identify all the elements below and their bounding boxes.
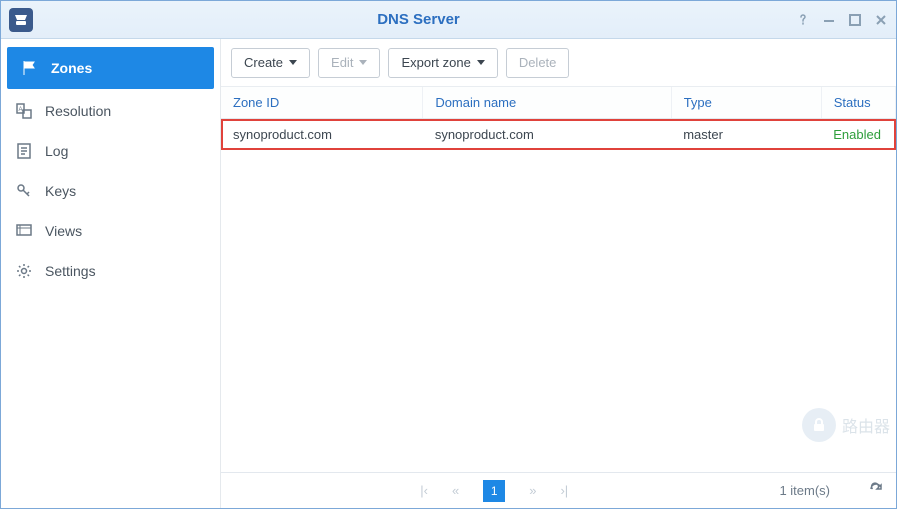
sidebar: Zones A Resolution Log Keys Views Settin…: [1, 39, 221, 508]
sidebar-item-label: Views: [45, 223, 82, 239]
cell-domain-name: synoproduct.com: [423, 119, 671, 151]
sidebar-item-log[interactable]: Log: [1, 131, 220, 171]
pager-nav: |‹ « 1 » ›|: [233, 480, 755, 502]
sidebar-item-label: Log: [45, 143, 68, 159]
cell-zone-id: synoproduct.com: [221, 119, 423, 151]
zones-table: Zone ID Domain name Type Status synoprod…: [221, 87, 896, 150]
item-count: 1 item(s): [779, 483, 830, 498]
col-header-type[interactable]: Type: [671, 87, 821, 119]
export-zone-button[interactable]: Export zone: [388, 48, 497, 78]
create-button[interactable]: Create: [231, 48, 310, 78]
views-icon: [15, 222, 33, 240]
flag-icon: [21, 59, 39, 77]
sidebar-item-keys[interactable]: Keys: [1, 171, 220, 211]
sidebar-item-zones[interactable]: Zones: [7, 47, 214, 89]
table-row[interactable]: synoproduct.com synoproduct.com master E…: [221, 119, 896, 151]
help-icon[interactable]: [796, 13, 810, 27]
titlebar: DNS Server: [1, 1, 896, 39]
table-header-row: Zone ID Domain name Type Status: [221, 87, 896, 119]
next-page-icon[interactable]: »: [529, 483, 536, 498]
svg-text:A: A: [19, 107, 23, 113]
caret-down-icon: [359, 60, 367, 65]
resolution-icon: A: [15, 102, 33, 120]
log-icon: [15, 142, 33, 160]
sidebar-item-label: Keys: [45, 183, 76, 199]
caret-down-icon: [477, 60, 485, 65]
sidebar-item-resolution[interactable]: A Resolution: [1, 91, 220, 131]
delete-button[interactable]: Delete: [506, 48, 570, 78]
window-title: DNS Server: [41, 11, 796, 28]
col-header-status[interactable]: Status: [821, 87, 895, 119]
button-label: Create: [244, 55, 283, 70]
minimize-icon[interactable]: [822, 13, 836, 27]
caret-down-icon: [289, 60, 297, 65]
toolbar: Create Edit Export zone Delete: [221, 39, 896, 87]
pager: |‹ « 1 » ›| 1 item(s): [221, 472, 896, 508]
first-page-icon[interactable]: |‹: [420, 483, 428, 498]
button-label: Export zone: [401, 55, 470, 70]
refresh-icon[interactable]: [868, 481, 884, 500]
current-page[interactable]: 1: [483, 480, 505, 502]
key-icon: [15, 182, 33, 200]
gear-icon: [15, 262, 33, 280]
close-icon[interactable]: [874, 13, 888, 27]
watermark: 路由器: [802, 408, 890, 442]
main-panel: Create Edit Export zone Delete Zone ID D…: [221, 39, 896, 508]
last-page-icon[interactable]: ›|: [560, 483, 568, 498]
sidebar-item-label: Resolution: [45, 103, 111, 119]
watermark-text: 路由器: [842, 413, 890, 437]
app-window: DNS Server Zones A Resolution Log: [0, 0, 897, 509]
sidebar-item-settings[interactable]: Settings: [1, 251, 220, 291]
button-label: Delete: [519, 55, 557, 70]
prev-page-icon[interactable]: «: [452, 483, 459, 498]
window-controls: [796, 13, 888, 27]
button-label: Edit: [331, 55, 353, 70]
sidebar-item-label: Settings: [45, 263, 96, 279]
cell-status: Enabled: [821, 119, 895, 151]
col-header-domain-name[interactable]: Domain name: [423, 87, 671, 119]
col-header-zone-id[interactable]: Zone ID: [221, 87, 423, 119]
sidebar-item-label: Zones: [51, 60, 92, 76]
app-icon: [9, 8, 33, 32]
maximize-icon[interactable]: [848, 13, 862, 27]
edit-button[interactable]: Edit: [318, 48, 380, 78]
cell-type: master: [671, 119, 821, 151]
sidebar-item-views[interactable]: Views: [1, 211, 220, 251]
table-container: Zone ID Domain name Type Status synoprod…: [221, 87, 896, 472]
lock-icon: [802, 408, 836, 442]
body: Zones A Resolution Log Keys Views Settin…: [1, 39, 896, 508]
